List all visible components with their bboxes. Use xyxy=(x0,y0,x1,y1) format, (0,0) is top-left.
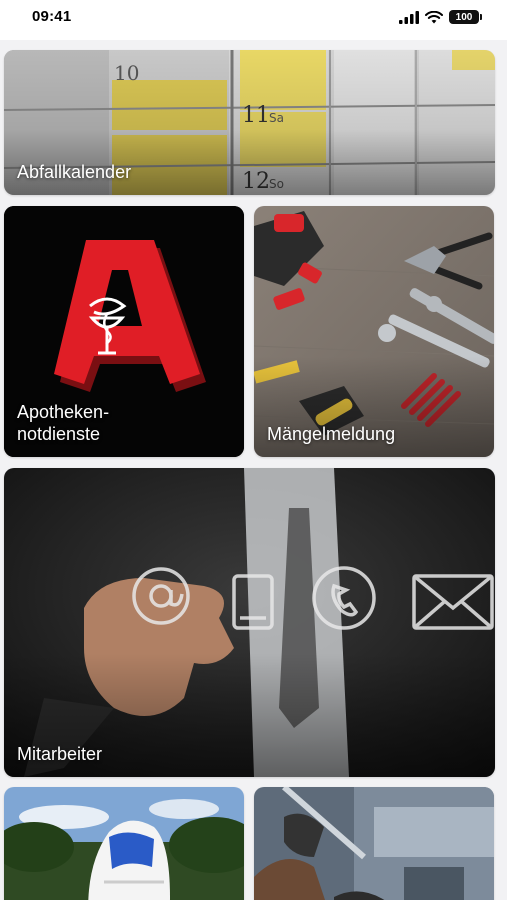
tile-label: Abfallkalender xyxy=(17,162,132,182)
status-bar: 09:41 100 xyxy=(0,0,507,40)
tile-mitarbeiter[interactable]: Mitarbeiter xyxy=(4,468,495,777)
battery-icon: 100 xyxy=(449,10,482,24)
tile-maengelmeldung[interactable]: Mängelmeldung xyxy=(254,206,494,457)
wifi-icon xyxy=(425,10,443,23)
tile-label: Mängelmeldung xyxy=(267,424,396,444)
tile-sport[interactable] xyxy=(4,787,244,900)
tile-grid: 10 11 Sa 12 So Abfallkalender Apotheken-… xyxy=(0,40,507,900)
contact-image xyxy=(4,468,495,777)
status-time: 09:41 xyxy=(32,8,72,25)
metalwork-image xyxy=(254,787,494,900)
tools-image xyxy=(254,206,494,457)
tile-label: Mitarbeiter xyxy=(17,744,103,764)
tile-apotheken[interactable]: Apotheken- notdienste xyxy=(4,206,244,457)
tile-label: Apotheken- notdienste xyxy=(17,402,110,444)
signal-icon xyxy=(399,10,419,24)
tile-handwerk[interactable] xyxy=(254,787,494,900)
sport-shoe-image xyxy=(4,787,244,900)
tile-abfallkalender[interactable]: 10 11 Sa 12 So Abfallkalender xyxy=(4,50,495,195)
status-icons: 100 xyxy=(399,10,482,24)
